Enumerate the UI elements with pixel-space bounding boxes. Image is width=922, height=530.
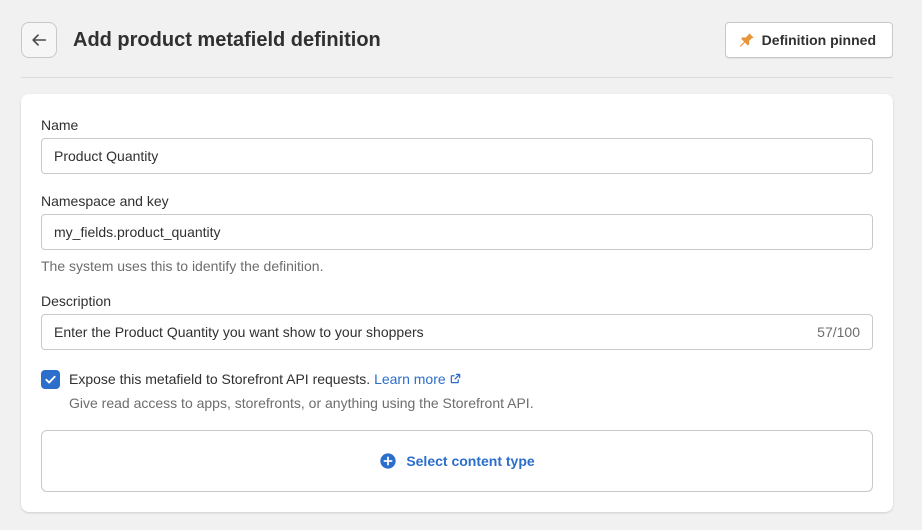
external-link-icon — [450, 373, 460, 384]
plus-circle-icon — [380, 453, 396, 469]
pin-icon — [739, 33, 754, 47]
arrow-left-icon — [32, 34, 47, 46]
select-content-type-label: Select content type — [406, 453, 535, 469]
pin-button-label: Definition pinned — [761, 32, 876, 48]
namespace-value: my_fields.product_quantity — [54, 224, 221, 240]
definition-pinned-button[interactable]: Definition pinned — [724, 22, 893, 58]
back-button[interactable] — [21, 22, 57, 58]
page-header: Add product metafield definition Definit… — [21, 22, 893, 58]
storefront-checkbox-label: Expose this metafield to Storefront API … — [69, 371, 371, 387]
name-label: Name — [41, 117, 79, 133]
storefront-checkbox[interactable] — [41, 370, 60, 389]
definition-form-card: Name Product Quantity Namespace and key … — [21, 94, 893, 512]
name-input[interactable]: Product Quantity — [41, 138, 873, 174]
page-title: Add product metafield definition — [73, 28, 381, 51]
checkmark-icon — [45, 375, 56, 384]
description-value: Enter the Product Quantity you want show… — [54, 324, 424, 340]
description-input[interactable]: Enter the Product Quantity you want show… — [41, 314, 873, 350]
namespace-key-input[interactable]: my_fields.product_quantity — [41, 214, 873, 250]
character-counter: 57/100 — [817, 324, 860, 340]
storefront-help-text: Give read access to apps, storefronts, o… — [69, 395, 534, 411]
description-label: Description — [41, 293, 112, 309]
header-divider — [21, 77, 893, 78]
storefront-checkbox-row: Expose this metafield to Storefront API … — [41, 370, 534, 413]
learn-more-label: Learn more — [374, 371, 446, 387]
namespace-label: Namespace and key — [41, 193, 169, 209]
learn-more-link[interactable]: Learn more — [374, 371, 460, 387]
select-content-type-button[interactable]: Select content type — [41, 430, 873, 492]
namespace-help-text: The system uses this to identify the def… — [41, 258, 324, 274]
name-value: Product Quantity — [54, 148, 159, 164]
